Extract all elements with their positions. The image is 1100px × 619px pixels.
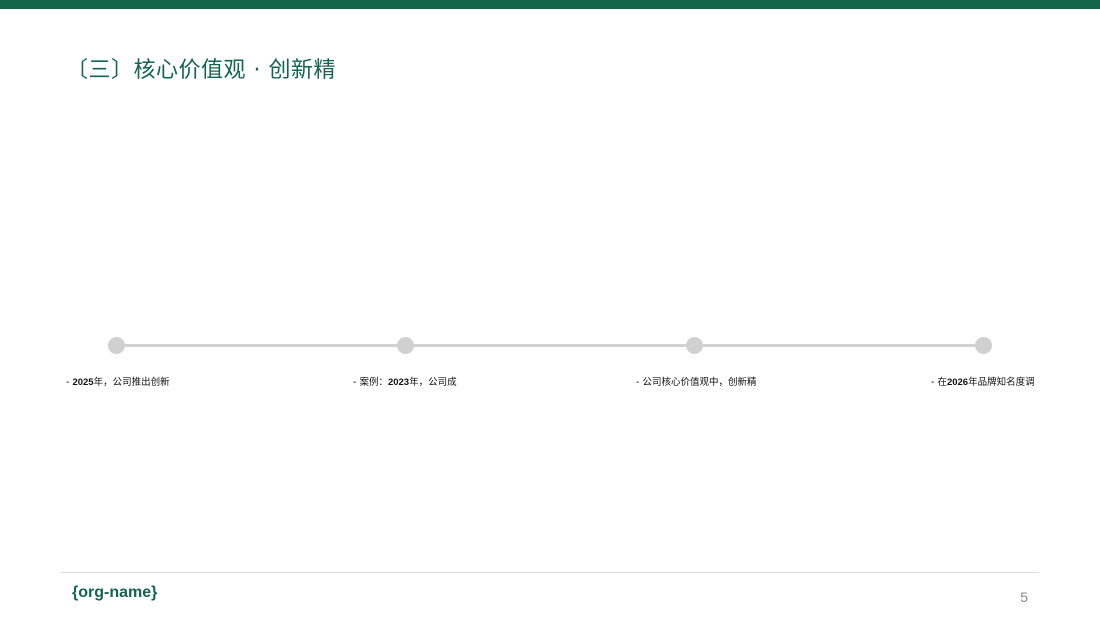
- timeline-line: [116, 344, 983, 347]
- slide-title: 〔三〕核心价值观 · 创新精: [66, 58, 336, 83]
- timeline-node-3: [686, 337, 703, 354]
- caption-prefix: - 在: [931, 377, 947, 388]
- caption-year: 2026: [946, 377, 969, 388]
- org-name: {org-name}: [72, 584, 158, 601]
- top-accent-bar: [0, 0, 1100, 9]
- timeline-node-2: [397, 337, 414, 354]
- timeline-caption-2: - 案例：2023年，公司成: [353, 377, 457, 389]
- caption-prefix: - 公司核心价值观中，创新精: [636, 377, 757, 388]
- timeline-node-1: [108, 337, 125, 354]
- page-number: 5: [1020, 589, 1028, 605]
- timeline-caption-4: - 在2026年品牌知名度调: [931, 377, 1035, 389]
- timeline-node-4: [975, 337, 992, 354]
- caption-year: 2025: [72, 377, 94, 388]
- caption-year: 2023: [387, 377, 410, 388]
- timeline-caption-1: - 2025年，公司推出创新: [66, 377, 170, 389]
- caption-prefix: - 案例：: [353, 377, 388, 388]
- timeline-caption-3: - 公司核心价值观中，创新精: [636, 377, 756, 389]
- caption-text: 年，公司成: [409, 377, 457, 388]
- footer-divider: [61, 572, 1039, 573]
- caption-text: 年品牌知名度调: [968, 377, 1035, 388]
- caption-text: 年，公司推出创新: [93, 377, 170, 388]
